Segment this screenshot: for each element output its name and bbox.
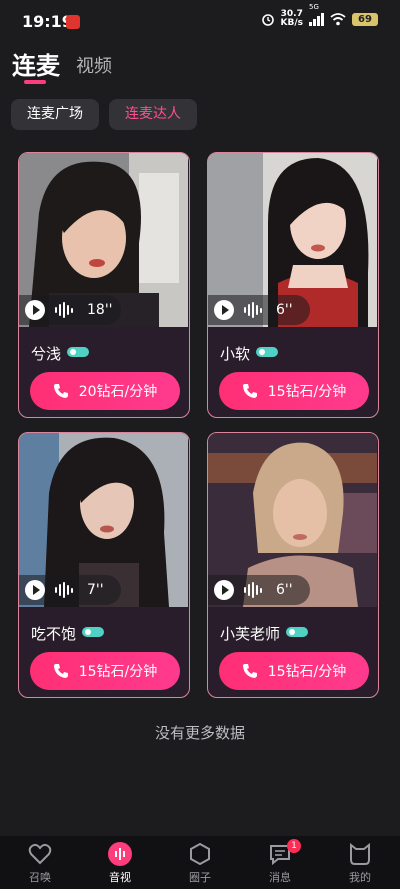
gender-tag-icon <box>256 347 278 357</box>
nav-item-mine[interactable]: 我的 <box>320 836 400 889</box>
voice-intro[interactable]: 6'' <box>208 575 310 605</box>
unread-badge: 1 <box>287 839 301 853</box>
battery-icon: 69 <box>352 12 378 26</box>
call-button[interactable]: 20钻石/分钟 <box>30 372 180 410</box>
hexagon-icon <box>190 842 210 866</box>
nav-label: 消息 <box>269 871 291 884</box>
nav-item-audio-video[interactable]: 音视 <box>80 836 160 889</box>
status-indicators: 30.7 KB/s 5G 69 <box>261 3 378 28</box>
status-bar: 19:19 30.7 KB/s 5G 69 <box>0 0 400 44</box>
gender-tag-icon <box>82 627 104 637</box>
play-icon[interactable] <box>25 300 45 320</box>
phone-icon <box>53 664 68 678</box>
audio-wave-icon <box>244 301 262 319</box>
gender-tag-icon <box>286 627 308 637</box>
nav-label: 音视 <box>109 871 131 884</box>
gender-tag-icon <box>67 347 89 357</box>
host-card[interactable]: 18'' 兮浅 20钻石/分钟 <box>18 152 190 418</box>
subtab-talent[interactable]: 连麦达人 <box>109 99 197 130</box>
nav-item-messages[interactable]: 1 消息 <box>240 836 320 889</box>
nav-label: 召唤 <box>29 871 51 884</box>
signal-icon <box>309 12 324 26</box>
nav-item-summon[interactable]: 召唤 <box>0 836 80 889</box>
voice-duration: 6'' <box>276 582 293 598</box>
bottom-nav: 召唤 音视 圈子 1 消息 我的 <box>0 836 400 889</box>
play-icon[interactable] <box>214 300 234 320</box>
alarm-icon <box>261 14 274 26</box>
phone-icon <box>242 384 257 398</box>
play-icon[interactable] <box>214 580 234 600</box>
call-button[interactable]: 15钻石/分钟 <box>30 652 180 690</box>
voice-intro[interactable]: 18'' <box>19 295 121 325</box>
voice-intro[interactable]: 6'' <box>208 295 310 325</box>
heart-icon <box>28 843 52 865</box>
play-icon[interactable] <box>25 580 45 600</box>
nav-item-circle[interactable]: 圈子 <box>160 836 240 889</box>
audio-wave-icon <box>55 301 73 319</box>
wifi-icon <box>330 12 346 25</box>
phone-icon <box>53 384 68 398</box>
subtab-plaza[interactable]: 连麦广场 <box>11 99 99 130</box>
tab-video[interactable]: 视频 <box>76 52 112 78</box>
host-card[interactable]: 7'' 吃不饱 15钻石/分钟 <box>18 432 190 698</box>
tab-lianmai[interactable]: 连麦 <box>12 46 60 81</box>
voice-duration: 6'' <box>276 302 293 318</box>
call-price: 15钻石/分钟 <box>78 664 158 680</box>
audio-wave-icon <box>55 581 73 599</box>
audio-wave-icon <box>244 581 262 599</box>
net-speed: 30.7 KB/s <box>280 9 303 28</box>
cat-face-icon <box>350 842 370 865</box>
voice-intro[interactable]: 7'' <box>19 575 121 605</box>
active-tab-indicator <box>24 80 46 84</box>
call-price: 15钻石/分钟 <box>267 664 347 680</box>
signal-label: 5G <box>309 3 319 11</box>
no-more-data-text: 没有更多数据 <box>154 724 245 742</box>
call-button[interactable]: 15钻石/分钟 <box>219 372 369 410</box>
voice-duration: 7'' <box>87 582 104 598</box>
host-name: 兮浅 <box>31 345 62 363</box>
nav-label: 我的 <box>349 871 371 884</box>
call-price: 20钻石/分钟 <box>78 384 158 400</box>
host-name: 小芙老师 <box>220 625 281 643</box>
netease-music-icon <box>66 15 80 29</box>
host-card[interactable]: 6'' 小软 15钻石/分钟 <box>207 152 379 418</box>
call-price: 15钻石/分钟 <box>267 384 347 400</box>
phone-icon <box>242 664 257 678</box>
host-name: 小软 <box>220 345 251 363</box>
audio-wave-icon <box>108 842 132 866</box>
host-name: 吃不饱 <box>31 625 77 643</box>
call-button[interactable]: 15钻石/分钟 <box>219 652 369 690</box>
voice-duration: 18'' <box>87 302 113 318</box>
host-card[interactable]: 6'' 小芙老师 15钻石/分钟 <box>207 432 379 698</box>
nav-label: 圈子 <box>189 871 211 884</box>
